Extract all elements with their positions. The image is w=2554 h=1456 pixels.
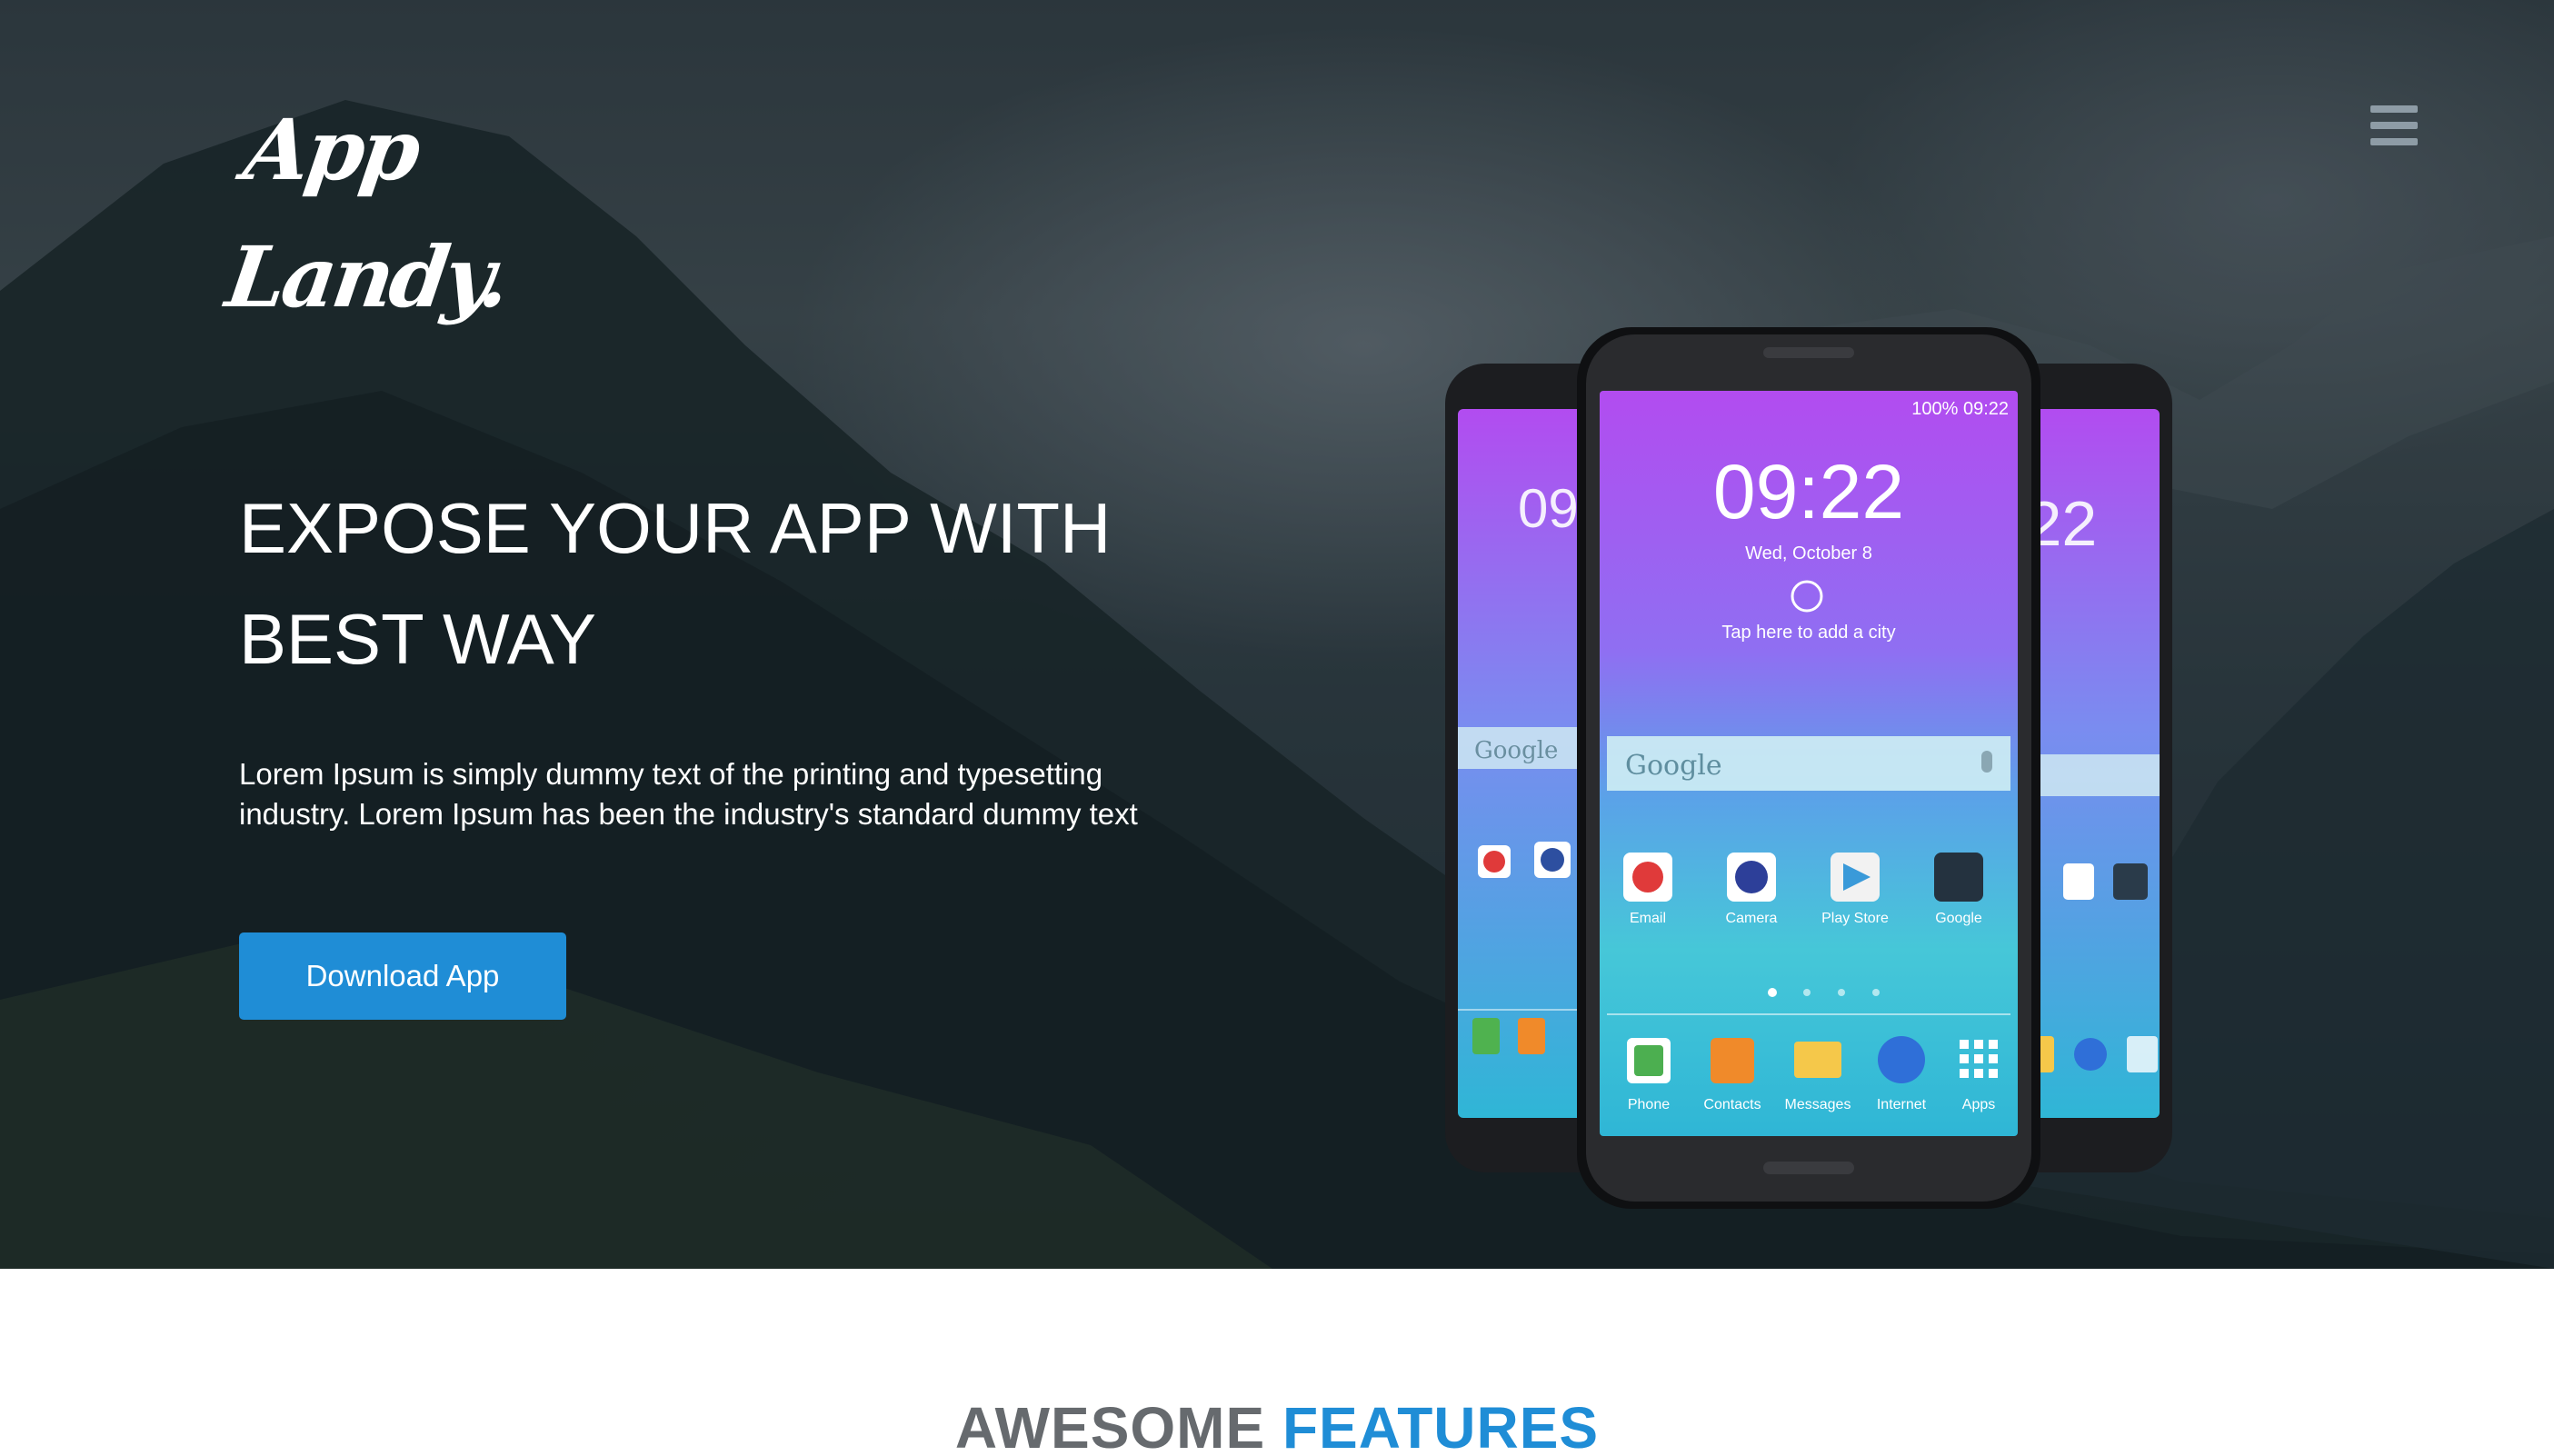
phone-clock: 09:22: [1713, 449, 1904, 534]
svg-text:Phone: Phone: [1628, 1097, 1670, 1112]
phone-weather-hint: Tap here to add a city: [1721, 623, 1895, 643]
svg-text:Email: Email: [1630, 911, 1666, 926]
phone-mockups: 09 Google :22 100% 09:22 09:22 Wed, Octo…: [1445, 327, 2172, 1209]
svg-text:Google: Google: [1935, 911, 1982, 926]
features-title-part1: AWESOME: [954, 1395, 1266, 1456]
hero-headline-line1: EXPOSE YOUR APP WITH: [239, 488, 1112, 568]
svg-text:Camera: Camera: [1726, 911, 1778, 926]
svg-text:Play Store: Play Store: [1821, 911, 1889, 926]
features-section-title: AWESOME FEATURES: [0, 1387, 2554, 1456]
svg-text:Internet: Internet: [1877, 1097, 1927, 1112]
features-title-part2: FEATURES: [1282, 1395, 1600, 1456]
phone-status-text: 100% 09:22: [1911, 399, 2009, 419]
hero-headline-line2: BEST WAY: [239, 599, 596, 679]
center-phone: 100% 09:22 09:22 Wed, October 8 Tap here…: [1577, 327, 2040, 1209]
hero-description: Lorem Ipsum is simply dummy text of the …: [239, 757, 1138, 831]
hero-headline: EXPOSE YOUR APP WITH BEST WAY: [239, 473, 1239, 694]
app-logo[interactable]: App Landy.: [221, 86, 600, 326]
svg-text:Contacts: Contacts: [1703, 1097, 1761, 1112]
svg-text:Apps: Apps: [1962, 1097, 1995, 1112]
hamburger-menu-icon[interactable]: [2370, 105, 2418, 145]
phone-search-label: Google: [1625, 750, 1722, 782]
svg-text:09: 09: [1518, 478, 1579, 539]
svg-text:Google: Google: [1474, 737, 1558, 764]
download-app-button[interactable]: Download App: [239, 932, 566, 1020]
phone-date: Wed, October 8: [1745, 544, 1872, 563]
mic-icon: [1981, 751, 1992, 773]
svg-text:Messages: Messages: [1785, 1097, 1851, 1112]
hero-section: App Landy. EXPOSE YOUR APP WITH BEST WAY…: [0, 0, 2554, 1269]
